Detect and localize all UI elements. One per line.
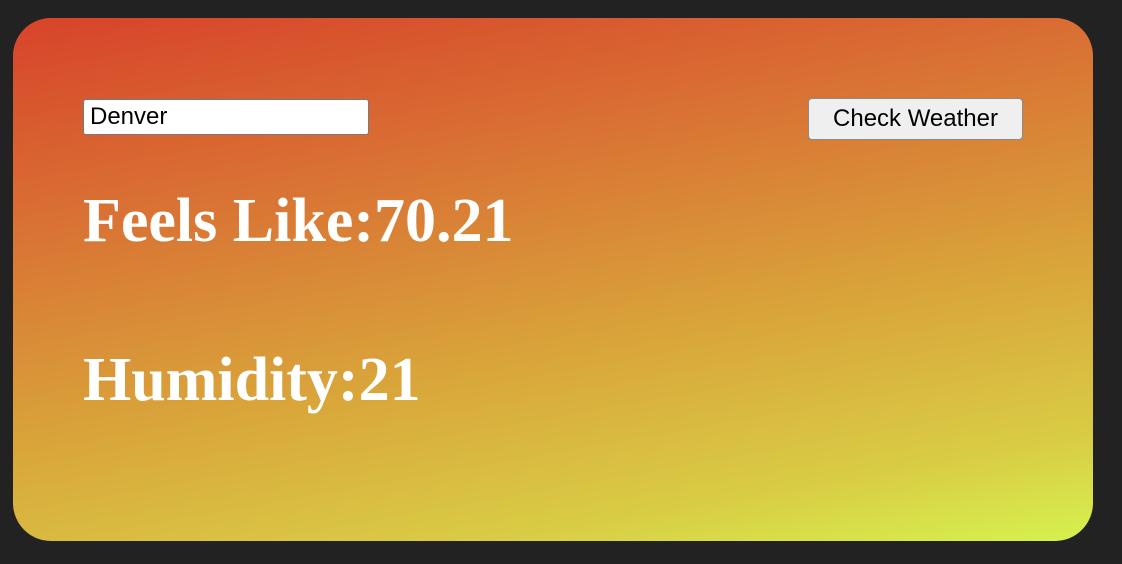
feels-like-label: Feels Like:	[83, 187, 374, 255]
feels-like-reading: Feels Like:70.21	[83, 190, 514, 252]
weather-card: Check Weather Feels Like:70.21 Humidity:…	[13, 18, 1093, 541]
city-search-input[interactable]	[83, 99, 369, 135]
humidity-reading: Humidity:21	[83, 349, 421, 411]
check-weather-button[interactable]: Check Weather	[808, 98, 1023, 140]
humidity-label: Humidity:	[83, 346, 359, 414]
humidity-value: 21	[358, 346, 421, 414]
feels-like-value: 70.21	[374, 187, 514, 255]
